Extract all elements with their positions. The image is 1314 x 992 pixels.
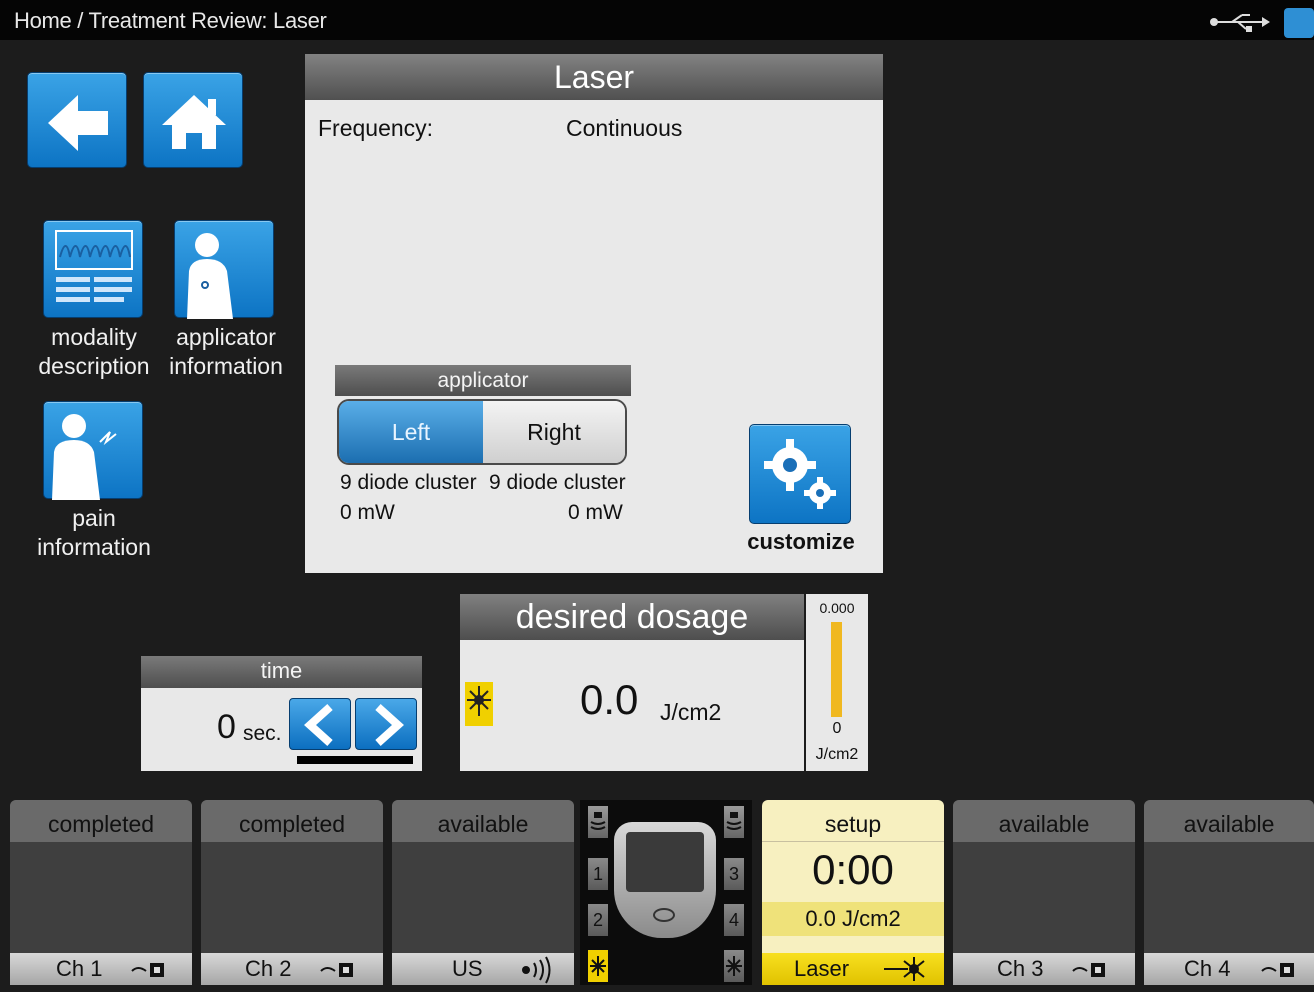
channel-status: available — [1144, 800, 1314, 842]
laser-dose: 0.0 J/cm2 — [762, 902, 944, 936]
channel-status: available — [392, 800, 574, 842]
electrode-icon — [1072, 963, 1105, 977]
channel-footer-ch2[interactable]: Ch 2 — [201, 953, 383, 985]
channel-2-button[interactable]: 2 — [588, 904, 608, 936]
channel-footer-laser[interactable]: Laser — [762, 953, 944, 985]
channel-label: Ch 4 — [1184, 956, 1231, 981]
device-illustration — [614, 822, 716, 938]
device-knob — [653, 908, 675, 922]
time-control: time 0 sec. — [141, 656, 422, 771]
customize-button[interactable] — [749, 424, 851, 524]
laser-time: 0:00 — [812, 846, 894, 893]
channel-label: Laser — [794, 956, 850, 981]
dosage-header: desired dosage — [460, 594, 804, 640]
panel-title: Laser — [305, 54, 883, 100]
home-button[interactable] — [143, 72, 243, 168]
channel-status: completed — [201, 800, 383, 842]
time-progress-bar — [297, 756, 413, 764]
applicator-header: applicator — [335, 365, 631, 396]
gears-icon — [764, 439, 836, 509]
channel-status: completed — [10, 800, 192, 842]
treatment-panel: Laser Frequency: Continuous applicator L… — [305, 54, 883, 573]
frequency-value: Continuous — [566, 115, 683, 141]
channel-1-button[interactable]: 1 — [588, 858, 608, 890]
frequency-label: Frequency: — [318, 115, 434, 141]
modality-description-label: modality description — [38, 324, 150, 379]
breadcrumb: Home / Treatment Review: Laser — [14, 8, 327, 33]
gauge-top-value: 0.000 — [819, 600, 855, 616]
channel-label: Ch 2 — [245, 956, 292, 981]
applicator-left-button[interactable]: Left — [339, 401, 483, 463]
electrode-icon — [320, 963, 353, 977]
laser-right-button[interactable] — [724, 950, 744, 982]
usb-icon — [1210, 14, 1270, 32]
dosage-control: desired dosage 0.0 J/cm2 — [460, 594, 804, 771]
channel-status: setup — [762, 800, 944, 842]
time-value: 0 — [217, 708, 236, 746]
channel-4-button[interactable]: 4 — [724, 904, 744, 936]
time-unit: sec. — [243, 722, 282, 745]
applicator-information-button[interactable] — [174, 220, 274, 319]
menu-button[interactable] — [1284, 8, 1314, 38]
channel-label: Ch 3 — [997, 956, 1044, 981]
laser-icon — [884, 957, 925, 981]
electrode-icon — [131, 963, 164, 977]
person-pain-icon — [52, 414, 117, 500]
channel-footer-ch1[interactable]: Ch 1 — [10, 953, 192, 985]
channel-status: available — [953, 800, 1135, 842]
electrode-icon — [1261, 963, 1294, 977]
pain-information-button[interactable] — [43, 401, 143, 500]
person-applicator-icon — [187, 233, 233, 319]
dosage-unit: J/cm2 — [660, 699, 722, 725]
channel-footer-ch4[interactable]: Ch 4 — [1144, 953, 1314, 985]
gauge-bar — [831, 622, 842, 717]
home-icon — [162, 95, 226, 149]
gauge-unit: J/cm2 — [815, 746, 859, 763]
applicator-selector[interactable]: Left Right — [337, 399, 627, 465]
top-bar: Home / Treatment Review: Laser — [0, 0, 1314, 40]
right-applicator-power: 0 mW — [568, 501, 623, 524]
applicator-right-button[interactable]: Right — [483, 401, 625, 463]
device-channel-selector: 1 2 3 4 — [580, 800, 752, 985]
back-arrow-icon — [48, 95, 108, 151]
chevron-left-icon — [304, 704, 333, 746]
channel-3-button[interactable]: 3 — [724, 858, 744, 890]
ultrasound-head-left-icon[interactable] — [588, 806, 608, 838]
channel-footer-us[interactable]: US — [392, 953, 574, 985]
pain-information-label: pain information — [37, 505, 151, 560]
laser-left-button[interactable] — [588, 950, 608, 982]
back-button[interactable] — [27, 72, 127, 168]
channel-label: Ch 1 — [56, 956, 103, 981]
waveform-document-icon — [55, 230, 133, 302]
ultrasound-icon — [522, 956, 551, 984]
time-decrease-button[interactable] — [289, 698, 351, 750]
channel-card-laser[interactable]: setup 0:00 0.0 J/cm2 — [762, 800, 944, 955]
left-applicator-desc: 9 diode cluster — [340, 471, 477, 494]
time-increase-button[interactable] — [355, 698, 417, 750]
time-header: time — [141, 656, 422, 688]
laser-icon — [465, 682, 493, 726]
device-screen — [626, 832, 704, 892]
channel-footer-ch3[interactable]: Ch 3 — [953, 953, 1135, 985]
customize-label: customize — [747, 529, 855, 554]
applicator-information-label: applicator information — [169, 324, 283, 379]
gauge-zero: 0 — [832, 720, 842, 737]
chevron-right-icon — [375, 704, 404, 746]
left-applicator-power: 0 mW — [340, 501, 395, 524]
dosage-value: 0.0 — [580, 676, 639, 723]
channel-label: US — [452, 956, 483, 981]
ultrasound-head-right-icon[interactable] — [724, 806, 744, 838]
right-applicator-desc: 9 diode cluster — [489, 471, 626, 494]
dosage-gauge: 0.000 0 J/cm2 — [806, 594, 868, 771]
modality-description-button[interactable] — [43, 220, 143, 318]
